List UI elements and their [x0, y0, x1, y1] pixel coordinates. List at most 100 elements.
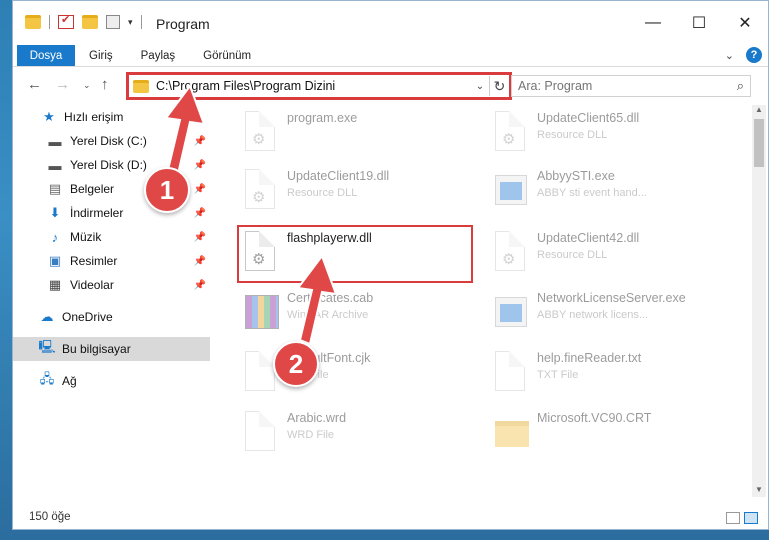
dll-file-icon: ⚙: [245, 169, 281, 213]
file-type: Resource DLL: [287, 187, 358, 199]
close-button[interactable]: ✕: [722, 1, 768, 45]
pin-icon[interactable]: 📌: [194, 280, 206, 291]
customize-toolbar-chevron-icon[interactable]: ▾: [128, 17, 133, 28]
address-bar[interactable]: C:\Program Files\Program Dizini ⌄ ↻: [126, 72, 512, 100]
sidebar-item-label: Belgeler: [70, 182, 115, 196]
list-item[interactable]: Microsoft.VC90.CRT: [475, 405, 715, 463]
search-box[interactable]: ⌕: [511, 75, 751, 97]
refresh-icon[interactable]: ↻: [489, 76, 509, 96]
chevron-down-icon[interactable]: ⌄: [725, 49, 734, 62]
sidebar-item-music[interactable]: ♪ Müzik 📌: [13, 225, 210, 249]
file-name: UpdateClient19.dll: [287, 169, 390, 183]
status-bar: 150 öğe: [13, 505, 768, 529]
item-count: 150 öğe: [29, 511, 71, 523]
tab-gorunum[interactable]: Görünüm: [189, 45, 265, 66]
picture-icon: ▣: [48, 253, 62, 268]
file-type: WRD File: [287, 429, 335, 441]
file-name: AbbyySTI.exe: [537, 169, 615, 183]
pin-icon[interactable]: 📌: [194, 160, 206, 171]
star-icon: ★: [43, 109, 55, 124]
file-name: NetworkLicenseServer.exe: [537, 291, 686, 305]
list-item[interactable]: ⚙ UpdateClient19.dll Resource DLL: [225, 163, 465, 221]
pin-icon[interactable]: 📌: [194, 232, 206, 243]
scrollbar-thumb[interactable]: [754, 119, 764, 167]
file-type: ABBY network licens...: [537, 309, 649, 321]
forward-arrow-icon[interactable]: →: [55, 76, 70, 93]
list-item[interactable]: ⚙ UpdateClient65.dll Resource DLL: [475, 105, 715, 163]
tab-giris[interactable]: Giriş: [75, 45, 127, 66]
list-item[interactable]: ⚙ program.exe: [225, 105, 465, 163]
view-toggle: [726, 512, 758, 524]
ribbon-controls: ⌄ ?: [725, 47, 762, 63]
sidebar-item-pictures[interactable]: ▣ Resimler 📌: [13, 249, 210, 273]
title-bar: ▾ Program — ☐ ✕: [13, 1, 768, 45]
sidebar-item-label: OneDrive: [62, 310, 113, 324]
tab-dosya[interactable]: Dosya: [17, 45, 75, 66]
sidebar-item-label: Yerel Disk (D:): [70, 158, 147, 172]
file-type: Resource DLL: [537, 129, 608, 141]
network-icon: 🖧: [39, 371, 55, 386]
up-arrow-icon[interactable]: ↑: [101, 76, 109, 93]
blank-file-icon: [245, 411, 281, 455]
tab-paylas[interactable]: Paylaş: [127, 45, 190, 66]
properties-check-icon[interactable]: [58, 13, 74, 29]
sidebar-item-label: Hızlı erişim: [64, 110, 124, 124]
list-item[interactable]: ⚙ UpdateClient42.dll Resource DLL: [475, 225, 715, 283]
list-item[interactable]: Arabic.wrd WRD File: [225, 405, 465, 463]
explorer-window: ▾ Program — ☐ ✕ Dosya Giriş Paylaş Görün…: [12, 0, 769, 530]
large-icons-view-icon[interactable]: [744, 512, 758, 524]
sidebar-item-quick-access[interactable]: ★ Hızlı erişim: [13, 105, 210, 129]
document-icon: ▤: [48, 181, 62, 196]
sidebar-item-disk-c[interactable]: ▬ Yerel Disk (C:) 📌: [13, 129, 210, 153]
address-dropdown-chevron-icon[interactable]: ⌄: [471, 81, 489, 92]
sidebar-item-label: İndirmeler: [70, 206, 124, 220]
sidebar-item-label: Ağ: [62, 374, 77, 388]
details-view-icon[interactable]: [726, 512, 740, 524]
view-options-icon[interactable]: [106, 15, 120, 29]
sidebar-item-onedrive[interactable]: ☁ OneDrive: [13, 305, 210, 329]
scroll-up-icon[interactable]: ▲: [752, 105, 766, 117]
list-item[interactable]: DefaultFont.cjk CJK File: [225, 345, 465, 403]
folder-icon: [495, 411, 531, 455]
pin-icon[interactable]: 📌: [194, 136, 206, 147]
download-icon: ⬇: [49, 205, 61, 220]
list-item[interactable]: help.fineReader.txt TXT File: [475, 345, 715, 403]
cloud-icon: ☁: [40, 309, 54, 324]
scroll-down-icon[interactable]: ▼: [752, 485, 766, 497]
sidebar-item-network[interactable]: 🖧 Ağ: [13, 369, 210, 393]
new-folder-icon[interactable]: [82, 15, 98, 29]
minimize-button[interactable]: —: [630, 1, 676, 45]
drive-icon: ▬: [48, 133, 62, 149]
music-icon: ♪: [51, 229, 59, 245]
search-input[interactable]: [518, 79, 737, 93]
computer-icon: 🖳: [38, 339, 56, 354]
sidebar-item-label: Yerel Disk (C:): [70, 134, 147, 148]
list-item[interactable]: NetworkLicenseServer.exe ABBY network li…: [475, 285, 715, 343]
list-item[interactable]: Certificates.cab WinRAR Archive: [225, 285, 465, 343]
pin-icon[interactable]: 📌: [194, 184, 206, 195]
window-title: Program: [156, 16, 210, 32]
file-type: WinRAR Archive: [287, 309, 369, 321]
pin-icon[interactable]: 📌: [194, 208, 206, 219]
application-icon: [495, 291, 531, 335]
back-arrow-icon[interactable]: ←: [27, 76, 42, 93]
maximize-button[interactable]: ☐: [676, 1, 722, 45]
quick-access-toolbar: ▾: [25, 13, 142, 29]
file-name: program.exe: [287, 111, 358, 125]
vertical-scrollbar[interactable]: ▲ ▼: [752, 105, 766, 497]
address-path[interactable]: C:\Program Files\Program Dizini: [156, 79, 471, 93]
divider: [140, 15, 142, 29]
list-item[interactable]: AbbyySTI.exe ABBY sti event hand...: [475, 163, 715, 221]
pin-icon[interactable]: 📌: [194, 256, 206, 267]
divider: [49, 15, 50, 29]
step-2-badge: 2: [273, 341, 319, 387]
sidebar-item-this-pc[interactable]: 🖳 Bu bilgisayar: [13, 337, 210, 361]
sidebar-item-label: Bu bilgisayar: [62, 342, 131, 356]
file-name: Arabic.wrd: [287, 411, 347, 425]
file-name: Certificates.cab: [287, 291, 374, 305]
recent-locations-chevron-icon[interactable]: ⌄: [83, 80, 91, 91]
file-type: Resource DLL: [537, 249, 608, 261]
sidebar-item-videos[interactable]: ▦ Videolar 📌: [13, 273, 210, 297]
help-icon[interactable]: ?: [746, 47, 762, 63]
search-icon: ⌕: [736, 78, 744, 93]
